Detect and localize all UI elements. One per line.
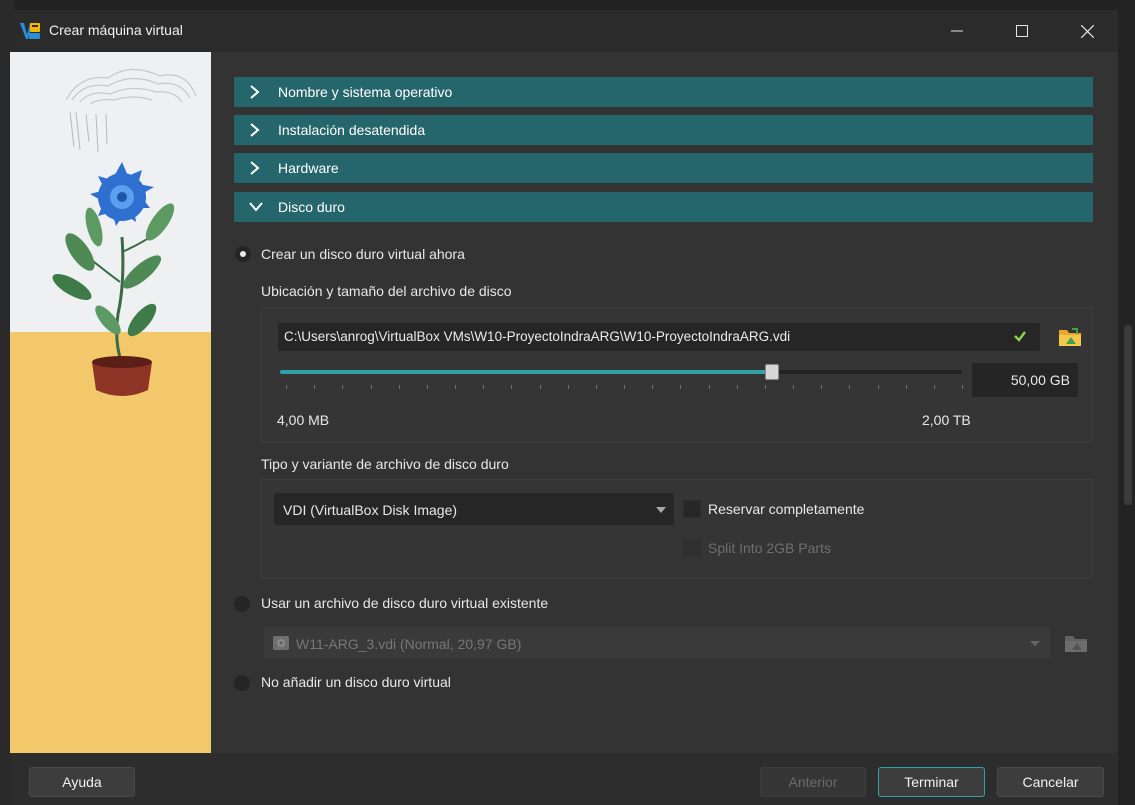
section-unattended-install[interactable]: Instalación desatendida (234, 115, 1093, 145)
section-name-os-label: Nombre y sistema operativo (278, 84, 453, 100)
section-name-os[interactable]: Nombre y sistema operativo (234, 77, 1093, 107)
chevron-down-icon (249, 202, 263, 212)
folder-icon[interactable] (1064, 632, 1088, 654)
slider-tick (624, 385, 625, 389)
slider-tick (455, 385, 456, 389)
chevron-right-icon (250, 85, 260, 99)
radio-create-disk[interactable] (235, 246, 251, 262)
disk-icon (273, 636, 289, 650)
radio-no-disk[interactable] (234, 675, 250, 691)
create-vm-dialog: Crear máquina virtual Nombre y sistema o… (10, 10, 1118, 805)
slider-tick (426, 385, 428, 389)
virtualbox-icon (20, 23, 40, 39)
slider-tick (483, 385, 485, 389)
disk-path-field[interactable]: C:\Users\anrog\VirtualBox VMs\W10-Proyec… (278, 323, 1040, 351)
section-hardware[interactable]: Hardware (234, 153, 1093, 183)
disk-type-value: VDI (VirtualBox Disk Image) (283, 502, 458, 518)
wizard-content: Nombre y sistema operativo Instalación d… (211, 52, 1118, 753)
slider-tick (652, 385, 654, 389)
existing-disk-combo[interactable]: W11-ARG_3.vdi (Normal, 20,97 GB) (264, 627, 1050, 659)
radio-existing-disk[interactable] (234, 596, 250, 612)
disk-type-combo[interactable]: VDI (VirtualBox Disk Image) (274, 493, 674, 525)
chevron-right-icon (250, 123, 260, 137)
split-2gb-label[interactable]: Split Into 2GB Parts (708, 540, 831, 556)
back-button[interactable]: Anterior (760, 767, 866, 797)
folder-icon[interactable] (1058, 326, 1082, 348)
slider-tick (511, 385, 513, 389)
slider-tick (708, 385, 710, 389)
slider-tick (314, 385, 316, 389)
maximize-button[interactable] (999, 10, 1045, 52)
slider-tick (567, 385, 569, 389)
help-button[interactable]: Ayuda (29, 767, 135, 797)
slider-tick (539, 385, 541, 389)
dropdown-arrow-icon (656, 507, 666, 513)
wizard-illustration (10, 52, 211, 753)
title-bar[interactable]: Crear máquina virtual (10, 10, 1118, 52)
disk-size-field[interactable]: 50,00 GB (972, 363, 1078, 397)
slider-tick (286, 385, 287, 389)
disk-size-slider[interactable] (280, 364, 962, 380)
existing-disk-value: W11-ARG_3.vdi (Normal, 20,97 GB) (296, 636, 522, 652)
disk-size-slider-handle[interactable] (765, 364, 780, 380)
existing-disk-label[interactable]: Usar un archivo de disco duro virtual ex… (261, 595, 548, 611)
background-scrollbar (1124, 325, 1132, 505)
disk-size-max-label: 2,00 TB (922, 412, 971, 428)
location-size-label: Ubicación y tamaño del archivo de disco (261, 283, 512, 299)
create-disk-label[interactable]: Crear un disco duro virtual ahora (261, 246, 465, 262)
dropdown-arrow-icon (1030, 641, 1040, 646)
disk-type-label: Tipo y variante de archivo de disco duro (261, 456, 509, 472)
finish-button[interactable]: Terminar (878, 767, 985, 797)
disk-size-ticks (286, 385, 963, 391)
slider-tick (877, 385, 879, 389)
section-unattended-label: Instalación desatendida (278, 122, 426, 138)
disk-size-slider-fill (280, 370, 772, 374)
slider-tick (595, 385, 597, 389)
slider-tick (933, 385, 935, 389)
section-hardware-label: Hardware (278, 160, 339, 176)
desktop-background-top (0, 0, 1135, 10)
close-button[interactable] (1064, 10, 1110, 52)
dialog-footer: Ayuda Anterior Terminar Cancelar (10, 753, 1118, 805)
split-2gb-checkbox[interactable] (683, 539, 701, 557)
desktop-background-right (1118, 0, 1135, 805)
checkmark-icon (1014, 331, 1026, 342)
preallocate-checkbox[interactable] (683, 500, 701, 518)
slider-tick (849, 385, 851, 389)
minimize-button[interactable] (934, 10, 980, 52)
section-hard-disk[interactable]: Disco duro (234, 192, 1093, 222)
preallocate-label[interactable]: Reservar completamente (708, 501, 864, 517)
disk-size-min-label: 4,00 MB (277, 412, 330, 428)
slider-tick (736, 385, 738, 389)
no-disk-label[interactable]: No añadir un disco duro virtual (261, 674, 451, 690)
minimize-icon (951, 30, 963, 32)
slider-tick (370, 385, 372, 389)
slider-tick (905, 385, 907, 389)
maximize-icon (1016, 25, 1028, 37)
slider-tick (342, 385, 344, 389)
slider-tick (680, 385, 682, 389)
slider-tick (398, 385, 400, 389)
slider-tick (793, 385, 794, 389)
disk-path-value: C:\Users\anrog\VirtualBox VMs\W10-Proyec… (284, 329, 791, 344)
window-title: Crear máquina virtual (49, 22, 183, 38)
slider-tick (962, 385, 963, 389)
slider-tick (821, 385, 823, 389)
disk-size-value: 50,00 GB (1010, 372, 1070, 388)
chevron-right-icon (250, 161, 260, 175)
close-icon (1080, 24, 1094, 38)
section-hard-disk-label: Disco duro (278, 199, 345, 215)
cancel-button[interactable]: Cancelar (997, 767, 1104, 797)
slider-tick (764, 385, 766, 389)
